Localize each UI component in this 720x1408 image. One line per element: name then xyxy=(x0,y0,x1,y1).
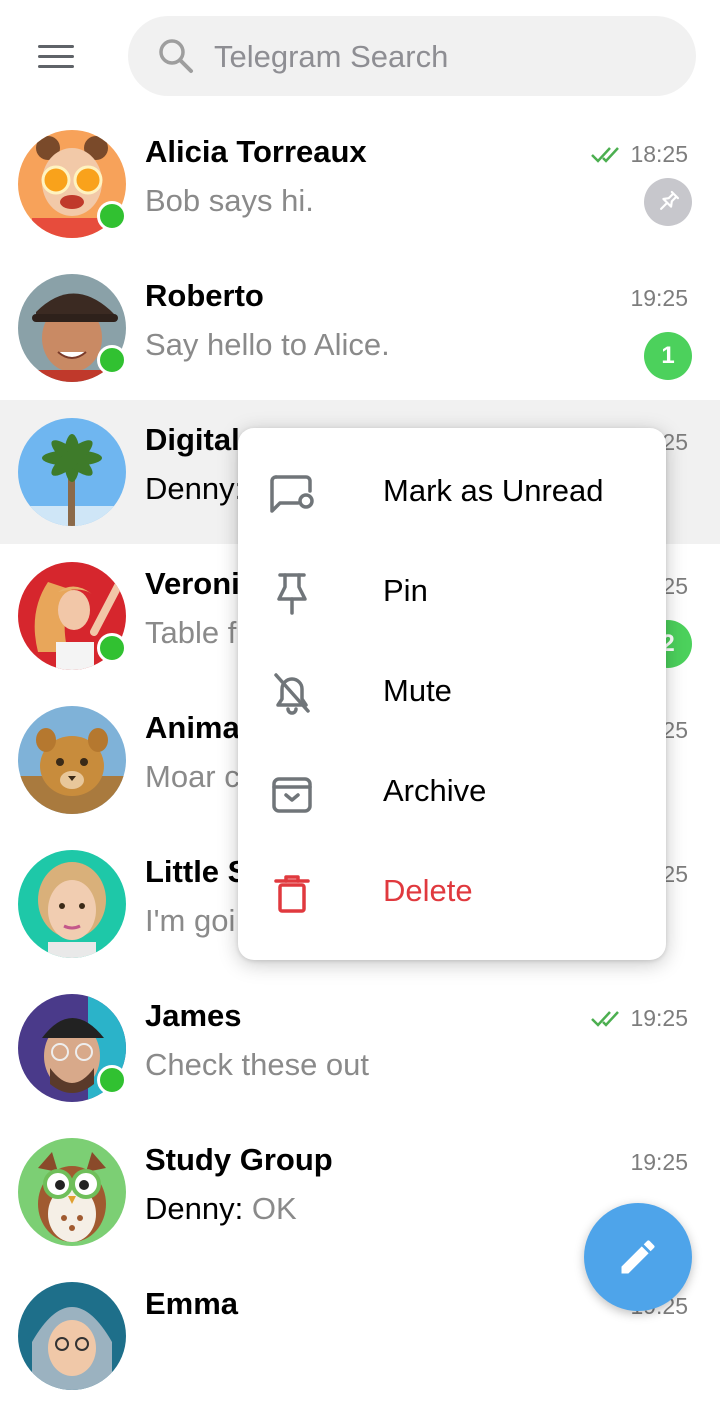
chat-preview: Moar c xyxy=(145,759,240,794)
menu-item-label: Delete xyxy=(383,873,473,908)
online-indicator xyxy=(97,345,127,375)
chat-time-text: 25 xyxy=(662,717,688,743)
chat-preview: Denny: OK xyxy=(145,1191,297,1227)
menu-item-archive[interactable]: Archive xyxy=(238,743,666,843)
mark-unread-icon xyxy=(270,475,314,513)
chat-sender: Denny: xyxy=(145,471,244,506)
chat-time: 25 xyxy=(662,429,688,456)
avatar xyxy=(18,850,126,958)
chat-time-text: 25 xyxy=(662,429,688,455)
chat-time-text: 19:25 xyxy=(630,1005,688,1031)
menu-line xyxy=(38,54,74,58)
menu-item-label: Pin xyxy=(383,573,428,608)
chat-time: 25 xyxy=(662,717,688,744)
online-indicator xyxy=(97,1065,127,1095)
chat-time-text: 18:25 xyxy=(630,141,688,167)
avatar xyxy=(18,1138,126,1246)
chat-time-text: 25 xyxy=(662,573,688,599)
chat-item-alicia[interactable]: Alicia Torreaux Bob says hi. 18:25 xyxy=(0,112,720,256)
chat-item-james[interactable]: James Check these out 19:25 xyxy=(0,976,720,1120)
chat-time: 25 xyxy=(662,861,688,888)
online-indicator xyxy=(97,201,127,231)
chat-time-text: 19:25 xyxy=(630,285,688,311)
chat-time: 19:25 xyxy=(630,285,688,312)
menu-item-label: Mark as Unread xyxy=(383,473,604,508)
menu-line xyxy=(38,64,74,68)
avatar xyxy=(18,706,126,814)
mute-bell-icon xyxy=(274,673,310,715)
chat-name: James xyxy=(145,998,242,1033)
menu-item-label: Mute xyxy=(383,673,452,708)
search-input[interactable] xyxy=(212,16,676,98)
double-check-icon xyxy=(591,1010,620,1027)
chat-time: 19:25 xyxy=(590,1005,688,1032)
unread-badge: 1 xyxy=(644,332,692,380)
menu-item-pin[interactable]: Pin xyxy=(238,543,666,643)
chat-preview: Table f xyxy=(145,615,237,650)
chat-name: Digital xyxy=(145,422,240,457)
compose-fab[interactable] xyxy=(584,1203,692,1311)
chat-sender: Denny: xyxy=(145,1191,244,1226)
chat-preview: Check these out xyxy=(145,1047,370,1082)
chat-preview: Denny: xyxy=(145,471,243,507)
chat-time-text: 19:25 xyxy=(630,1149,688,1175)
menu-item-delete[interactable]: Delete xyxy=(238,843,666,943)
chat-item-roberto[interactable]: Roberto Say hello to Alice. 19:25 1 xyxy=(0,256,720,400)
chat-name: Alicia Torreaux xyxy=(145,134,367,169)
avatar xyxy=(18,1282,126,1390)
pinned-badge xyxy=(644,178,692,226)
chat-time-text: 25 xyxy=(662,861,688,887)
chat-preview: I'm goi xyxy=(145,903,236,938)
chat-name: Roberto xyxy=(145,278,264,313)
top-bar xyxy=(0,0,720,112)
double-check-icon xyxy=(591,146,620,163)
search-icon xyxy=(159,39,193,73)
chat-preview: Bob says hi. xyxy=(145,183,314,218)
menu-line xyxy=(38,44,74,48)
chat-preview-text: OK xyxy=(243,1191,297,1226)
hamburger-menu-button[interactable] xyxy=(22,30,90,82)
pin-icon xyxy=(277,573,307,615)
search-bar[interactable] xyxy=(128,16,696,98)
chat-name: Animal xyxy=(145,710,249,745)
chat-name: Emma xyxy=(145,1286,239,1321)
chat-name: Little S xyxy=(145,854,249,889)
chat-context-menu: Mark as Unread Pin Mute Archive Delete xyxy=(238,428,666,960)
chat-time: 19:25 xyxy=(630,1149,688,1176)
chat-name: Study Group xyxy=(145,1142,333,1177)
chat-time: 25 xyxy=(662,573,688,600)
chat-preview: Say hello to Alice. xyxy=(145,327,390,362)
menu-item-mute[interactable]: Mute xyxy=(238,643,666,743)
chat-time: 18:25 xyxy=(590,141,688,168)
menu-item-label: Archive xyxy=(383,773,487,808)
pencil-icon xyxy=(621,1240,655,1274)
trash-icon xyxy=(274,875,310,913)
menu-item-mark-as-unread[interactable]: Mark as Unread xyxy=(238,443,666,543)
avatar xyxy=(18,418,126,526)
pin-icon xyxy=(660,190,680,210)
online-indicator xyxy=(97,633,127,663)
archive-icon xyxy=(272,777,312,813)
